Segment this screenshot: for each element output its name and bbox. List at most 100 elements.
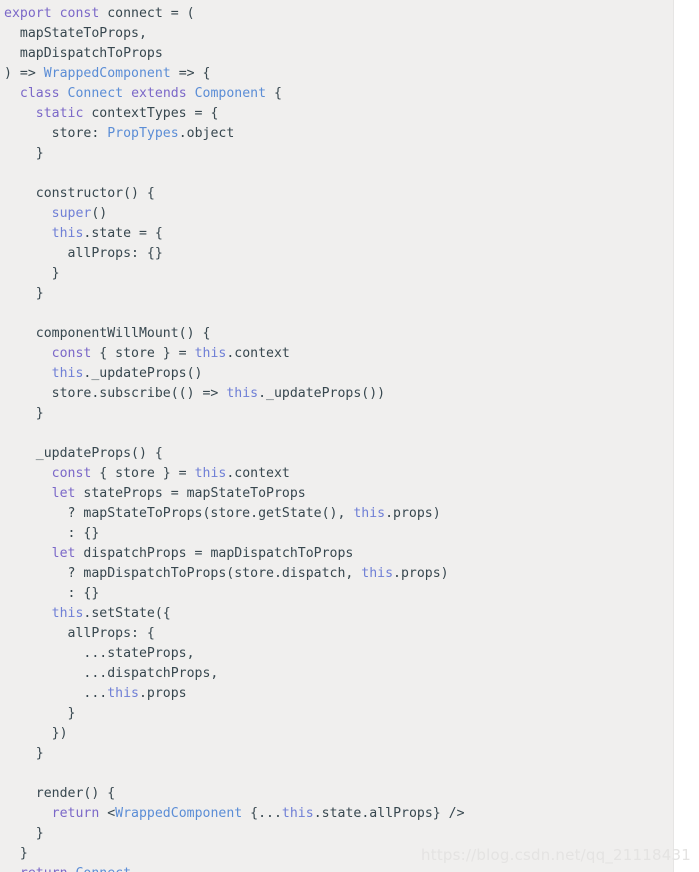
- code-line: }: [4, 844, 465, 864]
- code-token-kw: const: [59, 6, 100, 21]
- code-token-plain: }: [4, 846, 28, 861]
- code-line: super(): [4, 204, 465, 224]
- code-token-plain: componentWillMount() {: [4, 326, 211, 341]
- code-line: return <WrappedComponent {...this.state.…: [4, 804, 465, 824]
- code-token-kw: const: [51, 346, 92, 361]
- code-snippet-view: export const connect = ( mapStateToProps…: [0, 0, 699, 872]
- code-token-plain: ) =>: [4, 66, 44, 81]
- code-token-kw: class: [19, 86, 60, 101]
- code-line: let stateProps = mapStateToProps: [4, 484, 465, 504]
- code-token-plain: .props): [393, 566, 449, 581]
- code-token-this: this: [107, 686, 139, 701]
- code-token-kw: let: [51, 486, 76, 501]
- code-line: }: [4, 284, 465, 304]
- code-line: }: [4, 144, 465, 164]
- code-line: }: [4, 704, 465, 724]
- code-token-plain: store:: [4, 126, 108, 141]
- code-token-plain: ? mapDispatchToProps(store.dispatch,: [4, 566, 362, 581]
- code-token-kw: return: [20, 866, 68, 872]
- code-token-plain: allProps: {}: [4, 246, 163, 261]
- code-line: mapDispatchToProps: [4, 44, 465, 64]
- code-line: static contextTypes = {: [4, 104, 465, 124]
- code-line: componentWillMount() {: [4, 324, 465, 344]
- code-token-type: Component: [194, 86, 267, 101]
- code-line: }: [4, 404, 465, 424]
- code-line: this.setState({: [4, 604, 465, 624]
- code-token-plain: { store } =: [91, 346, 195, 361]
- code-token-plain: {: [266, 86, 282, 101]
- code-token-plain: => {: [170, 66, 211, 81]
- code-line: store: PropTypes.object: [4, 124, 465, 144]
- code-token-plain: : {}: [4, 586, 100, 601]
- code-line: ...this.props: [4, 684, 465, 704]
- code-token-plain: render() {: [4, 786, 116, 801]
- code-token-plain: dispatchProps = mapDispatchToProps: [75, 546, 354, 561]
- code-line: _updateProps() {: [4, 444, 465, 464]
- code-line: render() {: [4, 784, 465, 804]
- code-line: export const connect = (: [4, 4, 465, 24]
- code-token-plain: .state.allProps} />: [313, 806, 465, 821]
- code-token-plain: (): [91, 206, 108, 221]
- code-token-type: WrappedComponent: [43, 66, 171, 81]
- code-token-plain: {...: [242, 806, 282, 821]
- code-token-kw: extends: [131, 86, 187, 101]
- code-token-plain: <: [99, 806, 116, 821]
- code-token-plain: : {}: [4, 526, 100, 541]
- code-token-kw: export: [4, 6, 52, 21]
- code-token-plain: contextTypes = {: [83, 106, 219, 121]
- code-token-type: Connect: [75, 866, 131, 872]
- code-token-this: this: [194, 466, 227, 481]
- code-token-plain: }: [4, 406, 44, 421]
- code-line: ? mapStateToProps(store.getState(), this…: [4, 504, 465, 524]
- code-token-this: super: [51, 206, 92, 221]
- code-token-this: this: [194, 346, 227, 361]
- code-line: const { store } = this.context: [4, 464, 465, 484]
- code-token-plain: }: [4, 286, 44, 301]
- code-token-plain: mapDispatchToProps: [4, 46, 163, 61]
- code-token-plain: ...dispatchProps,: [4, 666, 219, 681]
- code-token-this: this: [361, 566, 394, 581]
- code-line: : {}: [4, 584, 465, 604]
- code-token-plain: .props): [385, 506, 441, 521]
- code-line: }: [4, 264, 465, 284]
- code-line: const { store } = this.context: [4, 344, 465, 364]
- code-token-this: this: [51, 366, 84, 381]
- code-token-plain: .state = {: [83, 226, 163, 241]
- code-line: }): [4, 724, 465, 744]
- code-token-plain: .setState({: [83, 606, 171, 621]
- code-token-kw: static: [35, 106, 84, 121]
- source-code[interactable]: export const connect = ( mapStateToProps…: [0, 0, 465, 872]
- code-token-plain: mapStateToProps,: [4, 26, 147, 41]
- code-token-plain: .context: [226, 466, 290, 481]
- code-token-plain: }): [4, 726, 68, 741]
- code-token-this: this: [51, 226, 84, 241]
- code-token-plain: .context: [226, 346, 290, 361]
- code-line: ...stateProps,: [4, 644, 465, 664]
- code-token-type: WrappedComponent: [115, 806, 243, 821]
- code-token-plain: connect = (: [99, 6, 195, 21]
- code-token-this: this: [51, 606, 84, 621]
- code-token-type: PropTypes: [107, 126, 179, 141]
- page-right-margin: [673, 0, 699, 872]
- code-token-plain: }: [4, 266, 60, 281]
- code-line: allProps: {: [4, 624, 465, 644]
- code-line: this._updateProps(): [4, 364, 465, 384]
- code-token-plain: }: [4, 146, 44, 161]
- code-line: }: [4, 744, 465, 764]
- code-line: return Connect: [4, 864, 465, 872]
- code-token-kw: let: [51, 546, 76, 561]
- code-token-this: this: [281, 806, 314, 821]
- code-token-plain: stateProps = mapStateToProps: [75, 486, 306, 501]
- code-token-this: this: [353, 506, 386, 521]
